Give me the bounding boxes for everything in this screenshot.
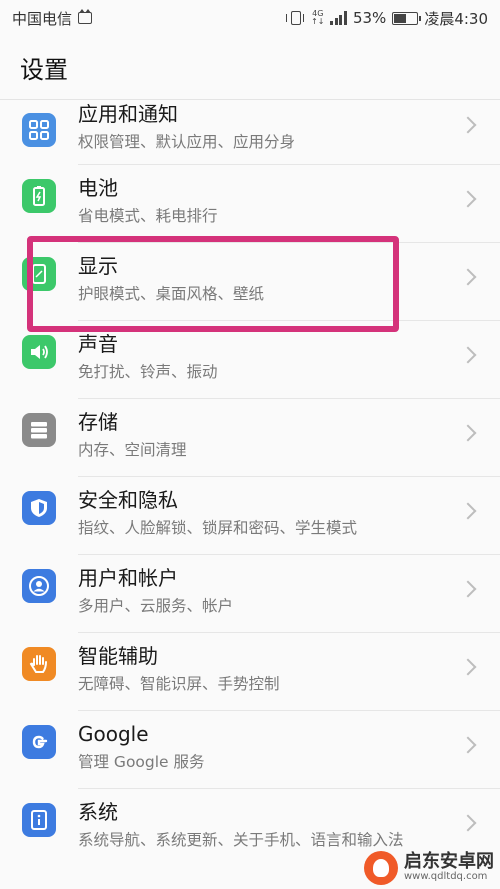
settings-item-subtitle: 指纹、人脸解锁、锁屏和密码、学生模式 [78, 519, 358, 537]
battery-percent: 53% [352, 9, 387, 27]
chevron-right-icon [459, 502, 477, 520]
settings-item-text: 存储 内存、空间清理 [78, 409, 440, 461]
speaker-icon [22, 335, 56, 369]
user-icon [22, 569, 56, 603]
settings-item-text: 用户和帐户多用户、云服务、帐户 [78, 565, 440, 617]
settings-item-title: 智能辅助 [78, 644, 158, 668]
chevron-right-icon [459, 424, 477, 442]
settings-item-title: 存储 [78, 410, 118, 434]
chevron-right-icon [459, 736, 477, 754]
settings-item-3[interactable]: 声音免打扰、铃声、振动 [0, 321, 500, 399]
settings-item-title: 声音 [78, 332, 118, 356]
highlight-box [27, 236, 399, 332]
chevron-right-icon [459, 268, 477, 286]
battery-icon [392, 11, 422, 25]
chevron-right-icon [459, 190, 477, 208]
hand-icon [22, 647, 56, 681]
settings-item-subtitle: 内存、空间清理 [78, 441, 187, 459]
watermark-logo-icon [364, 851, 398, 885]
watermark: 启东安卓网 www.qdltdq.com [364, 851, 494, 885]
notification-app-icon [78, 9, 93, 24]
settings-item-subtitle: 无障碍、智能识屏、手势控制 [78, 675, 280, 693]
settings-item-title: 电池 [78, 176, 118, 200]
carrier-label: 中国电信 [12, 9, 73, 28]
settings-item-title: Google [78, 722, 149, 746]
settings-list: 应用和通知 权限管理、默认应用、应用分身 电池 省电模式、耗电排行 显示 护眼模式、桌面风… [0, 101, 500, 889]
watermark-brand: 启东安卓网 [404, 851, 494, 873]
settings-item-6[interactable]: 用户和帐户多用户、云服务、帐户 [0, 555, 500, 633]
chevron-right-icon [459, 580, 477, 598]
settings-item-title: 用户和帐户 [78, 566, 178, 590]
network-type-icon: 4G ↑↓ [311, 9, 325, 26]
settings-item-0[interactable]: 应用和通知权限管理、默认应用、应用分身 [0, 101, 500, 165]
status-bar-right: 4G ↑↓ 53% 凌晨4:30 [286, 8, 488, 29]
settings-item-text: 应用和通知权限管理、默认应用、应用分身 [78, 101, 440, 153]
chevron-right-icon [459, 346, 477, 364]
settings-item-subtitle: 免打扰、铃声、振动 [78, 363, 218, 381]
battery-icon [22, 179, 56, 213]
settings-item-8[interactable]: Google 管理 Google 服务 [0, 711, 500, 789]
clock: 凌晨4:30 [424, 9, 488, 28]
settings-item-7[interactable]: 智能辅助无障碍、智能识屏、手势控制 [0, 633, 500, 711]
settings-item-subtitle: 权限管理、默认应用、应用分身 [78, 133, 296, 151]
chevron-right-icon [459, 658, 477, 676]
settings-item-text: 声音免打扰、铃声、振动 [78, 331, 440, 383]
signal-icon [330, 11, 347, 25]
settings-item-subtitle: 省电模式、耗电排行 [78, 207, 218, 225]
status-bar: 中国电信 4G ↑↓ 53% 凌晨4:30 [0, 0, 500, 36]
info-icon [22, 803, 56, 837]
chevron-right-icon [459, 116, 477, 134]
chevron-right-icon [459, 814, 477, 832]
settings-item-1[interactable]: 电池省电模式、耗电排行 [0, 165, 500, 243]
settings-item-title: 应用和通知 [78, 102, 178, 126]
vibrate-icon [286, 11, 305, 25]
watermark-url: www.qdltdq.com [404, 871, 488, 883]
settings-item-text: 电池省电模式、耗电排行 [78, 175, 440, 227]
settings-item-text: 系统系统导航、系统更新、关于手机、语言和输入法 [78, 799, 440, 851]
settings-item-subtitle: 管理 Google 服务 [78, 753, 205, 771]
settings-item-5[interactable]: 安全和隐私指纹、人脸解锁、锁屏和密码、学生模式 [0, 477, 500, 555]
settings-item-subtitle: 系统导航、系统更新、关于手机、语言和输入法 [78, 831, 404, 849]
status-bar-left: 中国电信 [12, 8, 93, 29]
settings-item-text: Google 管理 Google 服务 [78, 721, 440, 773]
settings-item-text: 智能辅助无障碍、智能识屏、手势控制 [78, 643, 440, 695]
settings-item-subtitle: 多用户、云服务、帐户 [78, 597, 234, 615]
storage-icon [22, 413, 56, 447]
settings-item-4[interactable]: 存储 内存、空间清理 [0, 399, 500, 477]
settings-item-title: 系统 [78, 800, 118, 824]
settings-item-text: 安全和隐私指纹、人脸解锁、锁屏和密码、学生模式 [78, 487, 440, 539]
apps-grid-icon [22, 113, 56, 147]
page-title: 设置 [0, 36, 500, 100]
shield-icon [22, 491, 56, 525]
settings-item-title: 安全和隐私 [78, 488, 178, 512]
google-icon [22, 725, 56, 759]
